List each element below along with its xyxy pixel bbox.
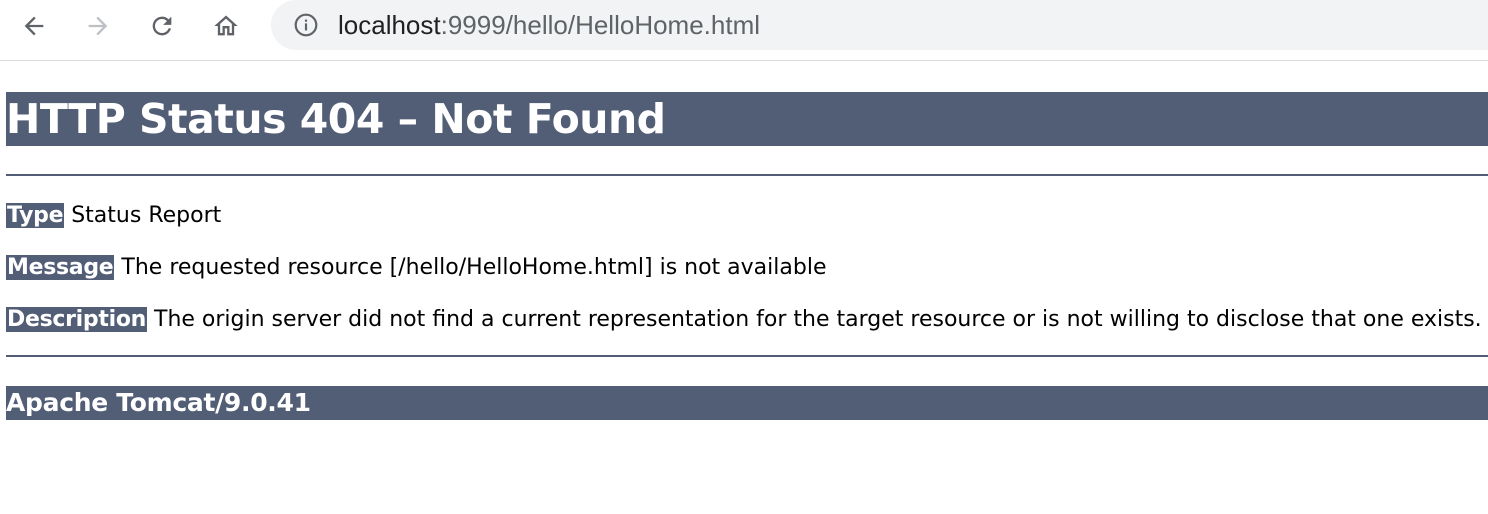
- info-icon[interactable]: [292, 11, 320, 39]
- divider-bottom: [6, 355, 1488, 357]
- server-footer: Apache Tomcat/9.0.41: [6, 386, 1488, 420]
- type-row: Type Status Report: [6, 203, 221, 229]
- url-host: localhost: [338, 9, 441, 40]
- message-value: The requested resource [/hello/HelloHome…: [121, 255, 827, 280]
- description-label: Description: [6, 307, 147, 332]
- home-icon: [214, 15, 238, 36]
- divider-top: [6, 174, 1488, 176]
- url-text[interactable]: localhost:9999/hello/HelloHome.html: [338, 10, 760, 41]
- description-value: The origin server did not find a current…: [154, 307, 1482, 332]
- type-label: Type: [6, 203, 65, 228]
- url-path: :9999/hello/HelloHome.html: [440, 9, 761, 40]
- reload-icon: [152, 16, 172, 36]
- page-title: HTTP Status 404 – Not Found: [6, 92, 1488, 146]
- forward-button[interactable]: [80, 8, 116, 44]
- message-row: Message The requested resource [/hello/H…: [6, 255, 826, 281]
- description-row: Description The origin server did not fi…: [6, 307, 1482, 333]
- error-page: HTTP Status 404 – Not Found Type Status …: [6, 92, 1488, 420]
- back-button[interactable]: [16, 8, 52, 44]
- browser-toolbar: localhost:9999/hello/HelloHome.html: [0, 0, 1488, 61]
- type-value: Status Report: [71, 203, 222, 228]
- message-label: Message: [6, 255, 115, 280]
- arrow-right-icon: [88, 16, 108, 36]
- home-button[interactable]: [208, 8, 244, 44]
- address-bar[interactable]: localhost:9999/hello/HelloHome.html: [271, 0, 1488, 50]
- reload-button[interactable]: [144, 8, 180, 44]
- arrow-left-icon: [24, 16, 44, 36]
